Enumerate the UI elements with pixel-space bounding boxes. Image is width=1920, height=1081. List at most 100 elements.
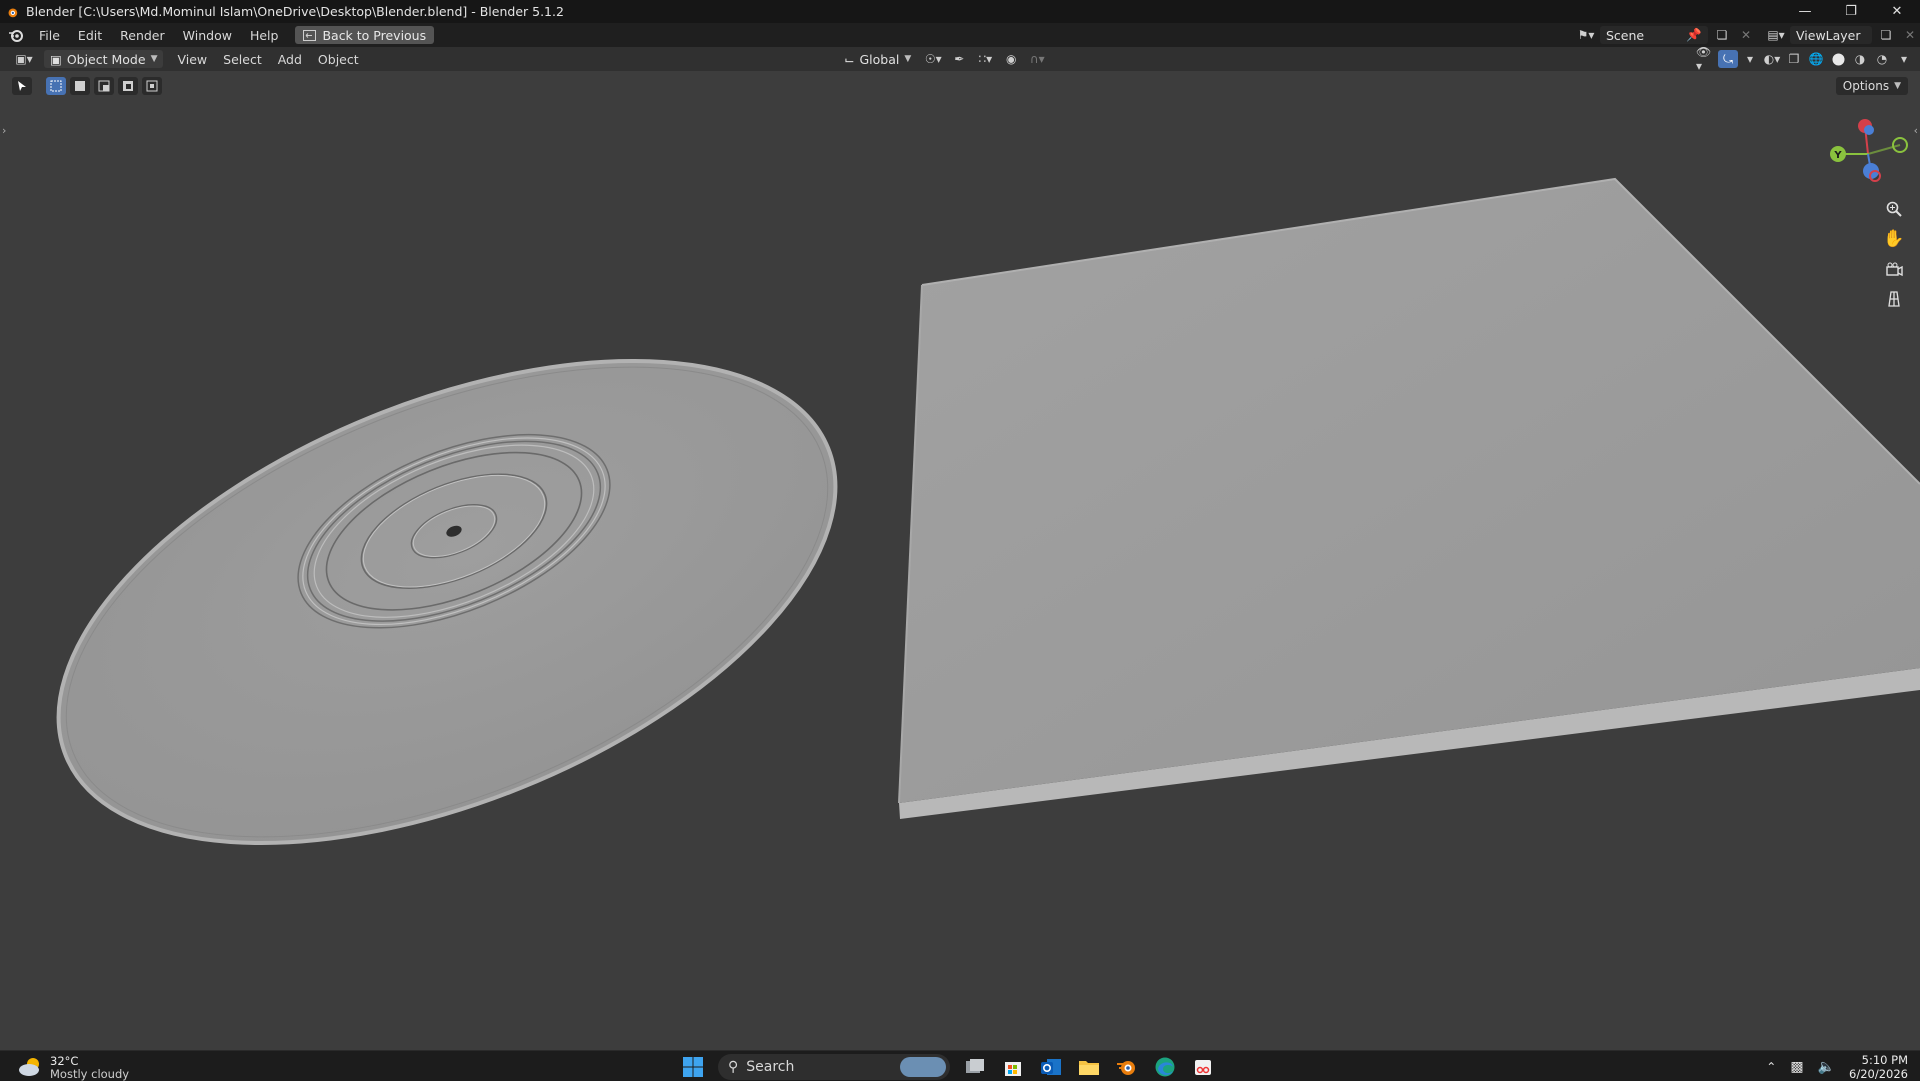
visibility-icon[interactable]: 👁▾	[1696, 45, 1716, 73]
task-view-icon[interactable]	[962, 1054, 988, 1080]
gizmo-y-label: Y	[1833, 150, 1842, 161]
system-tray: ⌃ ▩ 🔈 5:10 PM 6/20/2026	[1766, 1053, 1908, 1081]
3d-viewport[interactable]	[0, 71, 1920, 1050]
select-extend-icon[interactable]	[70, 77, 90, 95]
weather-widget[interactable]: 32°C Mostly cloudy	[18, 1055, 129, 1081]
snipping-tool-icon[interactable]	[1190, 1054, 1216, 1080]
cloudy-weather-icon	[19, 1058, 39, 1076]
header-menu-add[interactable]: Add	[270, 52, 310, 67]
menu-help[interactable]: Help	[241, 28, 288, 43]
vinyl-record[interactable]	[0, 263, 903, 942]
perspective-grid-icon[interactable]	[1882, 288, 1906, 310]
object-mode-dropdown[interactable]: ▣ Object Mode ▼	[44, 50, 164, 68]
select-tool-icon[interactable]	[12, 77, 32, 95]
scene-name-field[interactable]: Scene 📌	[1600, 26, 1708, 44]
menu-render[interactable]: Render	[111, 28, 174, 43]
select-mode-toolbar	[12, 76, 162, 96]
close-button[interactable]: ✕	[1874, 0, 1920, 23]
search-highlight-icon	[900, 1057, 946, 1077]
snap-toggle-icon[interactable]: ✒	[949, 50, 969, 68]
select-new-icon[interactable]	[46, 77, 66, 95]
transform-controls: ⌙ Global ▼ ☉▾ ✒ ∷▾ ◉ ∩▾	[838, 50, 1047, 68]
blender-taskbar-icon[interactable]	[1114, 1054, 1140, 1080]
pivot-point-icon[interactable]: ☉▾	[923, 50, 943, 68]
restore-button[interactable]: ❐	[1828, 0, 1874, 23]
taskbar-search[interactable]: ⚲ Search	[718, 1054, 950, 1080]
view-layer-selector-icon[interactable]: ▤▾	[1766, 26, 1786, 44]
header-menu-select[interactable]: Select	[215, 52, 270, 67]
clock-time: 5:10 PM	[1861, 1053, 1908, 1067]
taskbar-apps: ⚲ Search	[680, 1054, 1216, 1080]
chevron-down-icon: ▼	[904, 54, 912, 64]
camera-view-icon[interactable]	[1882, 258, 1906, 280]
windows-start-icon[interactable]	[680, 1054, 706, 1080]
shading-options-icon[interactable]: ▾	[1894, 50, 1914, 68]
minimize-button[interactable]: —	[1782, 0, 1828, 23]
xray-toggle-icon[interactable]: ❐	[1784, 50, 1804, 68]
header-menu-view[interactable]: View	[169, 52, 215, 67]
select-subtract-icon[interactable]	[94, 77, 114, 95]
navigation-gizmo[interactable]: Y	[1820, 112, 1916, 184]
gizmo-dropdown-icon[interactable]: ▾	[1740, 50, 1760, 68]
header-menu-object[interactable]: Object	[310, 52, 367, 67]
clock-date: 6/20/2026	[1849, 1067, 1908, 1081]
search-placeholder: Search	[746, 1059, 795, 1075]
rendered-shading-icon[interactable]: ◔	[1872, 50, 1892, 68]
chevron-up-icon[interactable]: ⌃	[1766, 1060, 1776, 1074]
back-screen-icon	[303, 29, 317, 41]
solid-shading-icon[interactable]	[1828, 50, 1848, 68]
outlook-icon[interactable]	[1038, 1054, 1064, 1080]
viewport-header: ▣▾ ▣ Object Mode ▼ View Select Add Objec…	[0, 45, 1920, 73]
delete-view-layer-icon[interactable]: ✕	[1900, 26, 1920, 44]
window-titlebar: Blender [C:\Users\Md.Mominul Islam\OneDr…	[0, 0, 1920, 23]
wireframe-shading-icon[interactable]: 🌐	[1806, 50, 1826, 68]
transform-orientation-dropdown[interactable]: ⌙ Global ▼	[838, 50, 917, 68]
select-intersect-icon[interactable]	[142, 77, 162, 95]
album-sleeve[interactable]	[898, 177, 1920, 819]
view-layer-field[interactable]: ViewLayer	[1790, 26, 1872, 44]
blender-logo-icon	[8, 8, 18, 17]
falloff-icon[interactable]: ∩▾	[1027, 50, 1047, 68]
pan-hand-icon[interactable]: ✋	[1882, 228, 1906, 250]
delete-scene-icon[interactable]: ✕	[1736, 26, 1756, 44]
new-view-layer-icon[interactable]: ❏	[1876, 26, 1896, 44]
toolbar-expand-arrow[interactable]: ›	[2, 124, 6, 137]
orientation-axis-icon: ⌙	[844, 51, 855, 67]
microsoft-store-icon[interactable]	[1000, 1054, 1026, 1080]
new-scene-icon[interactable]: ❏	[1712, 26, 1732, 44]
options-dropdown[interactable]: Options ▼	[1835, 77, 1908, 95]
viewport-canvas[interactable]	[0, 71, 1920, 1050]
material-shading-icon[interactable]: ◑	[1850, 50, 1870, 68]
chevron-down-icon: ▼	[1894, 81, 1901, 91]
zoom-icon[interactable]	[1882, 198, 1906, 220]
edge-browser-icon[interactable]	[1152, 1054, 1178, 1080]
menu-file[interactable]: File	[30, 28, 69, 43]
view-layer-name: ViewLayer	[1796, 27, 1861, 43]
gizmo-toggle-icon[interactable]: ⤿	[1718, 50, 1738, 68]
pin-icon[interactable]: 📌	[1686, 27, 1702, 43]
search-icon: ⚲	[728, 1059, 739, 1075]
blender-menu-icon[interactable]	[8, 27, 24, 43]
editor-type-icon[interactable]: ▣▾	[10, 50, 38, 68]
window-title: Blender [C:\Users\Md.Mominul Islam\OneDr…	[26, 4, 564, 19]
windows-taskbar: 32°C Mostly cloudy ⚲ Search ⌃ ▩ 🔈 5:10 P…	[0, 1050, 1920, 1081]
weather-condition: Mostly cloudy	[50, 1067, 130, 1081]
snap-target-icon[interactable]: ∷▾	[975, 50, 995, 68]
overlays-icon[interactable]: ◐▾	[1762, 50, 1782, 68]
menu-edit[interactable]: Edit	[69, 28, 111, 43]
scene-selector-icon[interactable]: ⚑▾	[1576, 26, 1596, 44]
transform-orientation-label: Global	[859, 51, 900, 67]
network-icon[interactable]: ▩	[1790, 1059, 1803, 1075]
back-to-previous-button[interactable]: Back to Previous	[295, 26, 435, 44]
workspace-right-controls: ⚑▾ Scene 📌 ❏ ✕ ▤▾ ViewLayer ❏ ✕	[1576, 23, 1920, 47]
file-explorer-icon[interactable]	[1076, 1054, 1102, 1080]
menu-window[interactable]: Window	[174, 28, 241, 43]
top-menubar: File Edit Render Window Help Back to Pre…	[0, 23, 1920, 47]
taskbar-clock[interactable]: 5:10 PM 6/20/2026	[1849, 1053, 1908, 1081]
viewport-shading-controls: 👁▾ ⤿ ▾ ◐▾ ❐ 🌐 ◑ ◔ ▾	[1696, 45, 1914, 73]
proportional-editing-icon[interactable]: ◉	[1001, 50, 1021, 68]
volume-icon[interactable]: 🔈	[1818, 1059, 1835, 1075]
back-to-previous-label: Back to Previous	[322, 27, 427, 43]
object-mode-label: Object Mode	[66, 51, 146, 67]
select-invert-icon[interactable]	[118, 77, 138, 95]
